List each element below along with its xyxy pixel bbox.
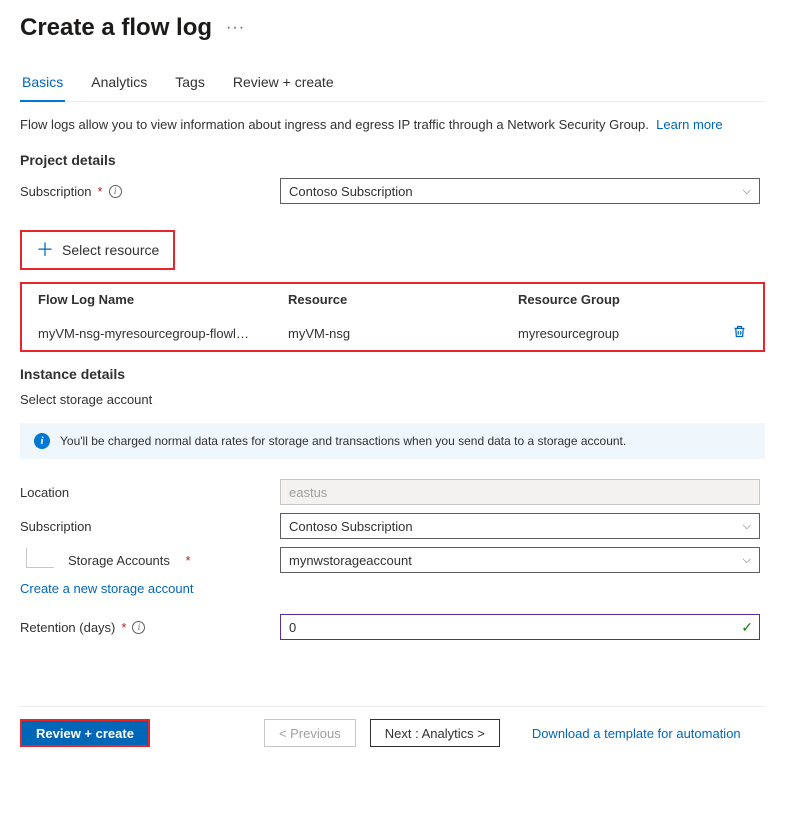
retention-input[interactable]: 0 ✓	[280, 614, 760, 640]
cell-flowlog-name: myVM-nsg-myresourcegroup-flowl…	[38, 326, 288, 341]
resource-table: Flow Log Name Resource Resource Group my…	[20, 282, 765, 352]
cell-resource: myVM-nsg	[288, 326, 518, 341]
download-template-link[interactable]: Download a template for automation	[532, 726, 741, 741]
cell-resource-group: myresourcegroup	[518, 326, 721, 341]
info-message: You'll be charged normal data rates for …	[60, 434, 626, 448]
page-title: Create a flow log	[20, 14, 212, 42]
subscription-value: Contoso Subscription	[289, 184, 413, 199]
instance-subscription-dropdown[interactable]: Contoso Subscription ⌵	[280, 513, 760, 539]
description-text: Flow logs allow you to view information …	[20, 117, 649, 132]
select-resource-button[interactable]: ＋ Select resource	[20, 230, 175, 270]
previous-button: < Previous	[264, 719, 356, 747]
location-label: Location	[20, 485, 69, 500]
required-indicator: *	[121, 620, 126, 635]
project-details-heading: Project details	[20, 152, 765, 168]
col-flowlog-name: Flow Log Name	[38, 292, 288, 307]
review-create-button[interactable]: Review + create	[20, 719, 150, 747]
tab-tags[interactable]: Tags	[173, 68, 207, 101]
more-actions-icon[interactable]: ···	[226, 19, 245, 37]
chevron-down-icon: ⌵	[743, 554, 751, 567]
storage-accounts-value: mynwstorageaccount	[289, 553, 412, 568]
location-value: eastus	[289, 485, 327, 500]
trash-icon	[732, 324, 747, 339]
chevron-down-icon: ⌵	[743, 185, 751, 198]
required-indicator: *	[186, 553, 191, 568]
tab-basics[interactable]: Basics	[20, 68, 65, 102]
instance-subscription-label: Subscription	[20, 519, 92, 534]
subscription-dropdown[interactable]: Contoso Subscription ⌵	[280, 178, 760, 204]
subscription-label: Subscription	[20, 184, 92, 199]
select-resource-label: Select resource	[62, 242, 159, 258]
page-description: Flow logs allow you to view information …	[20, 116, 765, 134]
required-indicator: *	[98, 184, 103, 199]
tab-analytics[interactable]: Analytics	[89, 68, 149, 101]
retention-label: Retention (days)	[20, 620, 115, 635]
select-storage-text: Select storage account	[20, 392, 765, 407]
location-field: eastus	[280, 479, 760, 505]
delete-row-button[interactable]	[721, 324, 747, 342]
check-icon: ✓	[741, 619, 753, 636]
info-icon[interactable]: i	[109, 185, 122, 198]
info-icon: i	[34, 433, 50, 449]
col-resource-group: Resource Group	[518, 292, 721, 307]
table-row: myVM-nsg-myresourcegroup-flowl… myVM-nsg…	[22, 316, 763, 350]
tab-bar: Basics Analytics Tags Review + create	[20, 68, 765, 102]
info-bar: i You'll be charged normal data rates fo…	[20, 423, 765, 459]
storage-accounts-dropdown[interactable]: mynwstorageaccount ⌵	[280, 547, 760, 573]
info-icon[interactable]: i	[132, 621, 145, 634]
instance-details-heading: Instance details	[20, 366, 765, 382]
chevron-down-icon: ⌵	[743, 520, 751, 533]
col-resource: Resource	[288, 292, 518, 307]
retention-value: 0	[289, 620, 296, 635]
plus-icon: ＋	[36, 243, 54, 257]
storage-accounts-label: Storage Accounts	[68, 553, 170, 568]
learn-more-link[interactable]: Learn more	[656, 117, 722, 132]
tree-connector	[26, 548, 54, 568]
tab-review-create[interactable]: Review + create	[231, 68, 336, 101]
next-button[interactable]: Next : Analytics >	[370, 719, 500, 747]
instance-subscription-value: Contoso Subscription	[289, 519, 413, 534]
create-storage-link[interactable]: Create a new storage account	[20, 581, 193, 596]
